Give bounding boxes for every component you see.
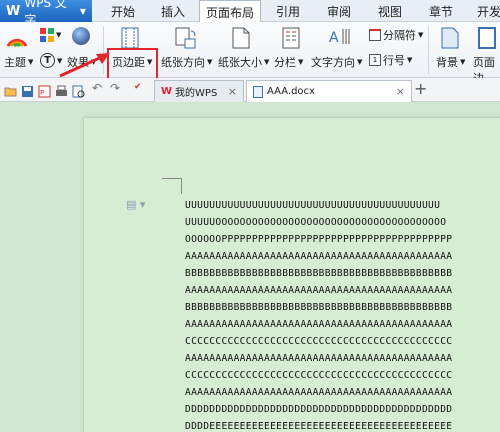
paragraph-layout-icon[interactable]: ▤ ▾: [126, 198, 145, 211]
text-line: BBBBBBBBBBBBBBBBBBBBBBBBBBBBBBBBBBBBBBBB…: [185, 268, 453, 279]
breaks-button[interactable]: 分隔符 ▼: [369, 27, 423, 43]
wps-window: W WPS 文字 ▼ 开始 插入 页面布局 引用 审阅 视图 章节 开发 主题 …: [0, 0, 500, 432]
tab-document[interactable]: AAA.docx ×: [246, 80, 412, 102]
text-line: BBBBBBBBBBBBBBBBBBBBBBBBBBBBBBBBBBBBBBBB…: [185, 302, 453, 313]
undo-icon[interactable]: ↶: [92, 81, 105, 95]
line-numbers-label: 行号: [383, 54, 405, 67]
text-line: UUUUUUUUUUUUUUUUUUUUUUUUUUUUUUUUUUUUUUUU…: [185, 200, 441, 211]
chevron-down-icon: ▼: [56, 31, 62, 39]
chevron-down-icon: ▼: [357, 58, 363, 66]
export-pdf-icon[interactable]: P: [38, 83, 51, 98]
tab-start[interactable]: 开始: [108, 0, 138, 22]
print-preview-icon[interactable]: [72, 83, 85, 98]
page-border-icon[interactable]: [478, 27, 496, 49]
text-line: AAAAAAAAAAAAAAAAAAAAAAAAAAAAAAAAAAAAAAAA…: [185, 353, 453, 364]
paper-size-icon[interactable]: [232, 27, 250, 49]
open-folder-icon[interactable]: [4, 83, 17, 97]
quick-access-toolbar: P ↶ ↷ ✔ W 我的WPS × AAA.docx × +: [0, 78, 500, 102]
text-line: CCCCCCCCCCCCCCCCCCCCCCCCCCCCCCCCCCCCCCCC…: [185, 336, 453, 347]
document-icon: [253, 85, 263, 98]
tab-my-wps[interactable]: W 我的WPS ×: [154, 80, 244, 102]
svg-text:A: A: [329, 30, 339, 46]
wps-logo-icon: W: [6, 3, 21, 19]
save-icon[interactable]: [21, 83, 34, 97]
columns-label: 分栏: [274, 56, 296, 69]
new-tab-button[interactable]: +: [414, 79, 427, 98]
ribbon-divider: [428, 26, 429, 74]
line-numbers-button[interactable]: 1 行号 ▼: [369, 52, 412, 68]
tab-insert[interactable]: 插入: [156, 0, 190, 22]
text-line: DDDDEEEEEEEEEEEEEEEEEEEEEEEEEEEEEEEEEEEE…: [185, 421, 453, 432]
line-numbers-icon: 1: [369, 54, 381, 66]
theme-icon[interactable]: [6, 28, 28, 48]
columns-icon[interactable]: [282, 27, 300, 49]
columns-button[interactable]: 分栏 ▼: [274, 54, 303, 70]
customize-toolbar-icon[interactable]: ✔: [134, 82, 147, 95]
orientation-label: 纸张方向: [161, 56, 205, 69]
text-line: AAAAAAAAAAAAAAAAAAAAAAAAAAAAAAAAAAAAAAAA…: [185, 285, 453, 296]
print-icon[interactable]: [55, 83, 68, 96]
theme-button[interactable]: 主题 ▼: [4, 54, 33, 70]
wps-app-button[interactable]: W WPS 文字 ▼: [0, 0, 92, 27]
tab-chapter[interactable]: 章节: [424, 0, 458, 22]
tab-page-layout[interactable]: 页面布局: [199, 0, 261, 23]
chevron-down-icon: ▼: [407, 56, 413, 64]
color-grid-icon: [40, 28, 54, 42]
theme-label: 主题: [4, 56, 26, 69]
tab-my-wps-label: 我的WPS: [175, 88, 218, 99]
text-line: AAAAAAAAAAAAAAAAAAAAAAAAAAAAAAAAAAAAAAAA…: [185, 319, 453, 330]
redo-icon[interactable]: ↷: [110, 81, 123, 95]
red-arrow-icon: [59, 53, 110, 78]
text-line: UUUUUOOOOOOOOOOOOOOOOOOOOOOOOOOOOOOOOOOO…: [185, 217, 447, 228]
text-direction-icon[interactable]: A: [327, 26, 351, 48]
margin-corner-mark: [162, 178, 182, 179]
text-line: OOOOOOPPPPPPPPPPPPPPPPPPPPPPPPPPPPPPPPPP…: [185, 234, 453, 245]
background-icon[interactable]: [441, 27, 459, 49]
chevron-down-icon: ▼: [460, 58, 466, 66]
chevron-down-icon: ▼: [28, 58, 34, 66]
paper-size-label: 纸张大小: [218, 56, 262, 69]
text-direction-label: 文字方向: [311, 56, 355, 69]
breaks-label: 分隔符: [383, 29, 416, 42]
tab-document-label: AAA.docx: [267, 86, 315, 97]
tab-review[interactable]: 审阅: [322, 0, 356, 22]
breaks-icon: [369, 29, 381, 41]
text-direction-button[interactable]: 文字方向 ▼: [311, 54, 362, 70]
chevron-down-icon: ▼: [298, 58, 304, 66]
background-button[interactable]: 背景 ▼: [436, 54, 465, 70]
paper-size-button[interactable]: 纸张大小 ▼: [218, 54, 269, 70]
wps-logo-icon: W: [161, 86, 173, 97]
close-icon[interactable]: ×: [396, 85, 405, 98]
text-line: AAAAAAAAAAAAAAAAAAAAAAAAAAAAAAAAAAAAAAAA…: [185, 251, 453, 262]
chevron-down-icon: ▼: [418, 31, 424, 39]
tab-references[interactable]: 引用: [271, 0, 305, 22]
orientation-button[interactable]: 纸张方向 ▼: [161, 54, 212, 70]
background-label: 背景: [436, 56, 458, 69]
margins-icon[interactable]: [121, 27, 139, 49]
chevron-down-icon: ▼: [264, 58, 270, 66]
font-t-icon: T: [40, 53, 55, 68]
tab-developer[interactable]: 开发: [474, 0, 500, 22]
text-line: AAAAAAAAAAAAAAAAAAAAAAAAAAAAAAAAAAAAAAAA…: [185, 387, 453, 398]
close-icon[interactable]: ×: [228, 85, 237, 98]
color-scheme-button[interactable]: ▼: [40, 28, 61, 42]
chevron-down-icon: ▼: [207, 58, 213, 66]
orientation-icon[interactable]: [175, 27, 197, 49]
chevron-down-icon: ▼: [79, 6, 86, 16]
effect-icon[interactable]: [72, 27, 90, 45]
text-line: CCCCCCCCCCCCCCCCCCCCCCCCCCCCCCCCCCCCCCCC…: [185, 370, 453, 381]
tab-view[interactable]: 视图: [373, 0, 407, 22]
text-line: DDDDDDDDDDDDDDDDDDDDDDDDDDDDDDDDDDDDDDDD…: [185, 404, 453, 415]
margin-corner-mark: [181, 178, 182, 194]
menu-bar: W WPS 文字 ▼ 开始 插入 页面布局 引用 审阅 视图 章节 开发: [0, 0, 500, 27]
svg-text:P: P: [40, 89, 44, 97]
